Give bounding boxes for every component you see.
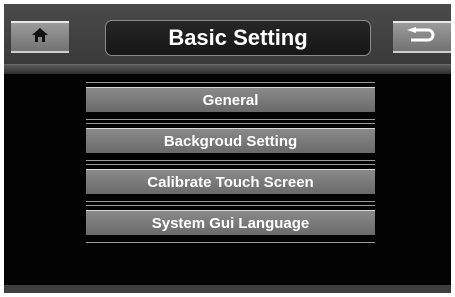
bottom-bar [4,285,451,293]
menu-item-label: General [86,87,375,112]
back-arrow-icon [407,26,437,48]
menu-item-label: System Gui Language [86,210,375,235]
back-button[interactable] [393,21,451,53]
header-shadow [4,65,451,74]
menu-item-background-setting[interactable]: Backgroud Setting [86,123,375,161]
home-button[interactable] [11,21,69,53]
menu-item-calibrate-touch-screen[interactable]: Calibrate Touch Screen [86,164,375,202]
menu-item-label: Calibrate Touch Screen [86,169,375,194]
menu-item-system-gui-language[interactable]: System Gui Language [86,205,375,243]
menu-item-general[interactable]: General [86,82,375,120]
screen: Basic Setting General Backgroud Setting … [4,4,451,293]
page-title: Basic Setting [105,20,371,56]
header-bar: Basic Setting [4,4,451,65]
home-icon [32,27,48,47]
menu-item-label: Backgroud Setting [86,128,375,153]
